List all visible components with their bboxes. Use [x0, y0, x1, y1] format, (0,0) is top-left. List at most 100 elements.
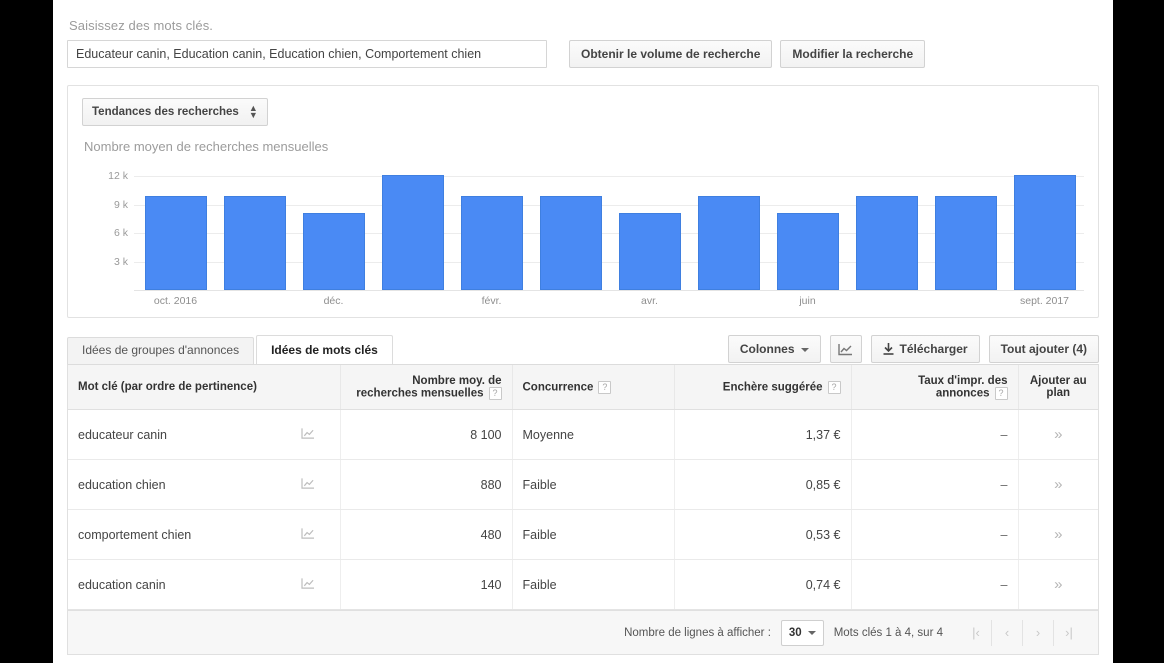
bar[interactable] — [776, 213, 839, 290]
bar[interactable] — [302, 213, 365, 290]
col-suggested-bid[interactable]: Enchère suggérée? — [674, 365, 852, 410]
help-icon[interactable]: ? — [994, 386, 1008, 400]
col-ad-impression-share[interactable]: Taux d'impr. des annonces? — [851, 365, 1019, 410]
add-to-plan-button[interactable]: » — [1018, 409, 1098, 460]
add-to-plan-button[interactable]: » — [1018, 509, 1098, 560]
table-row[interactable]: comportement chien 480 Faible 0,53 € –» — [68, 509, 1098, 560]
rows-per-page-select[interactable]: 30 — [780, 619, 824, 646]
cell-suggested-bid: 0,85 € — [674, 459, 852, 510]
download-label: Télécharger — [899, 342, 968, 356]
line-chart-icon — [838, 343, 853, 355]
prev-page-button[interactable]: ‹ — [992, 619, 1023, 646]
columns-button[interactable]: Colonnes — [727, 335, 821, 363]
tab-ad-group-ideas[interactable]: Idées de groupes d'annonces — [67, 337, 255, 364]
table-row[interactable]: education chien 880 Faible 0,85 € –» — [68, 459, 1098, 510]
bar[interactable] — [934, 196, 997, 290]
keywords-prompt: Saisissez des mots clés. — [69, 18, 214, 33]
bar[interactable] — [855, 196, 918, 290]
y-axis-tick-label: 6 k — [113, 227, 128, 240]
last-page-button[interactable]: ›| — [1054, 620, 1084, 646]
sparkline-icon[interactable] — [300, 477, 315, 492]
trend-type-select[interactable]: Tendances des recherches ▲ ▼ — [82, 98, 268, 126]
add-to-plan-button[interactable]: » — [1018, 559, 1098, 610]
chart-subtitle: Nombre moyen de recherches mensuelles — [84, 139, 329, 154]
bar[interactable] — [618, 213, 681, 290]
cell-suggested-bid: 1,37 € — [674, 409, 852, 460]
bar-cell — [452, 162, 531, 290]
col-competition-label: Concurrence — [522, 381, 594, 394]
bar-cell — [610, 162, 689, 290]
bar-cell — [847, 162, 926, 290]
cell-avg-monthly-searches: 140 — [300, 559, 513, 610]
keyword-ideas-table: Mot clé (par ordre de pertinence) Nombre… — [67, 364, 1099, 611]
bar[interactable] — [223, 196, 286, 290]
sort-updown-icon: ▲ ▼ — [248, 103, 258, 120]
x-axis-tick-label: déc. — [323, 295, 344, 307]
pagination-controls: |‹ ‹ › ›| — [961, 619, 1084, 646]
x-axis-tick-label: oct. 2016 — [153, 295, 198, 307]
cell-keyword: educateur canin — [68, 409, 341, 460]
chevron-down-icon — [800, 347, 809, 352]
tab-keyword-ideas[interactable]: Idées de mots clés — [256, 335, 393, 364]
bar-cell — [136, 162, 215, 290]
cell-suggested-bid: 0,74 € — [674, 559, 852, 610]
rows-per-page-label: Nombre de lignes à afficher : — [624, 626, 771, 639]
col-add-to-plan-label: Ajouter au plan — [1029, 375, 1087, 399]
y-axis-tick-label: 9 k — [113, 198, 128, 211]
bar-cell — [294, 162, 373, 290]
columns-label: Colonnes — [739, 342, 795, 356]
x-axis-tick-label: sept. 2017 — [1019, 295, 1070, 307]
app-page: Saisissez des mots clés. Educateur canin… — [53, 0, 1113, 663]
bar-series — [136, 162, 1084, 290]
col-keyword[interactable]: Mot clé (par ordre de pertinence) — [68, 365, 341, 410]
rows-per-page-value: 30 — [788, 626, 802, 639]
bar[interactable] — [539, 196, 602, 290]
table-header-row: Mot clé (par ordre de pertinence) Nombre… — [68, 365, 1098, 410]
avg-monthly-searches-value: 880 — [480, 477, 502, 492]
download-icon — [883, 343, 894, 355]
line-chart-icon-button[interactable] — [829, 335, 862, 363]
col-add-to-plan: Ajouter au plan — [1018, 365, 1098, 410]
table-row[interactable]: education canin 140 Faible 0,74 € –» — [68, 559, 1098, 610]
keywords-input[interactable]: Educateur canin, Education canin, Educat… — [67, 40, 547, 68]
cell-ad-impression-share: – — [851, 559, 1019, 610]
chart-x-axis: oct. 2016 déc. févr. avr. juin sept. 2017 — [136, 291, 1084, 311]
avg-monthly-searches-value: 140 — [480, 577, 502, 592]
trend-type-label: Tendances des recherches — [92, 106, 239, 118]
bar-cell — [373, 162, 452, 290]
avg-monthly-searches-value: 8 100 — [470, 427, 502, 442]
help-icon[interactable]: ? — [827, 380, 841, 394]
download-button[interactable]: Télécharger — [870, 335, 980, 363]
modify-search-button[interactable]: Modifier la recherche — [780, 40, 926, 68]
table-toolbar: Colonnes Télécharger Tout ajouter (4) — [727, 335, 1099, 364]
col-competition[interactable]: Concurrence? — [512, 365, 675, 410]
add-to-plan-button[interactable]: » — [1018, 459, 1098, 510]
bar[interactable] — [144, 196, 207, 290]
x-axis-tick-label: févr. — [481, 295, 502, 307]
bar-cell — [531, 162, 610, 290]
bar-cell — [689, 162, 768, 290]
next-page-button[interactable]: › — [1023, 619, 1054, 646]
col-avg-monthly-searches-label: Nombre moy. de recherches mensuelles — [356, 374, 502, 400]
bar[interactable] — [1013, 175, 1076, 290]
bar-cell — [768, 162, 847, 290]
table-row[interactable]: educateur canin 8 100 Moyenne 1,37 € –» — [68, 409, 1098, 460]
bar[interactable] — [381, 175, 444, 290]
avg-monthly-searches-value: 480 — [480, 527, 502, 542]
help-icon[interactable]: ? — [598, 380, 612, 394]
cell-keyword: comportement chien — [68, 509, 341, 560]
cell-keyword: education canin — [68, 559, 341, 610]
sparkline-icon[interactable] — [300, 427, 315, 442]
help-icon[interactable]: ? — [488, 386, 502, 400]
sparkline-icon[interactable] — [300, 527, 315, 542]
search-row: Educateur canin, Education canin, Educat… — [67, 40, 1099, 68]
bar-chart: 12 k 9 k 6 k 3 k — [82, 162, 1084, 291]
get-search-volume-button[interactable]: Obtenir le volume de recherche — [569, 40, 773, 68]
add-all-button[interactable]: Tout ajouter (4) — [988, 335, 1099, 363]
cell-avg-monthly-searches: 480 — [300, 509, 513, 560]
bar[interactable] — [460, 196, 523, 290]
sparkline-icon[interactable] — [300, 577, 315, 592]
col-avg-monthly-searches[interactable]: Nombre moy. de recherches mensuelles? — [340, 365, 513, 410]
bar[interactable] — [697, 196, 760, 290]
first-page-button[interactable]: |‹ — [961, 619, 992, 646]
